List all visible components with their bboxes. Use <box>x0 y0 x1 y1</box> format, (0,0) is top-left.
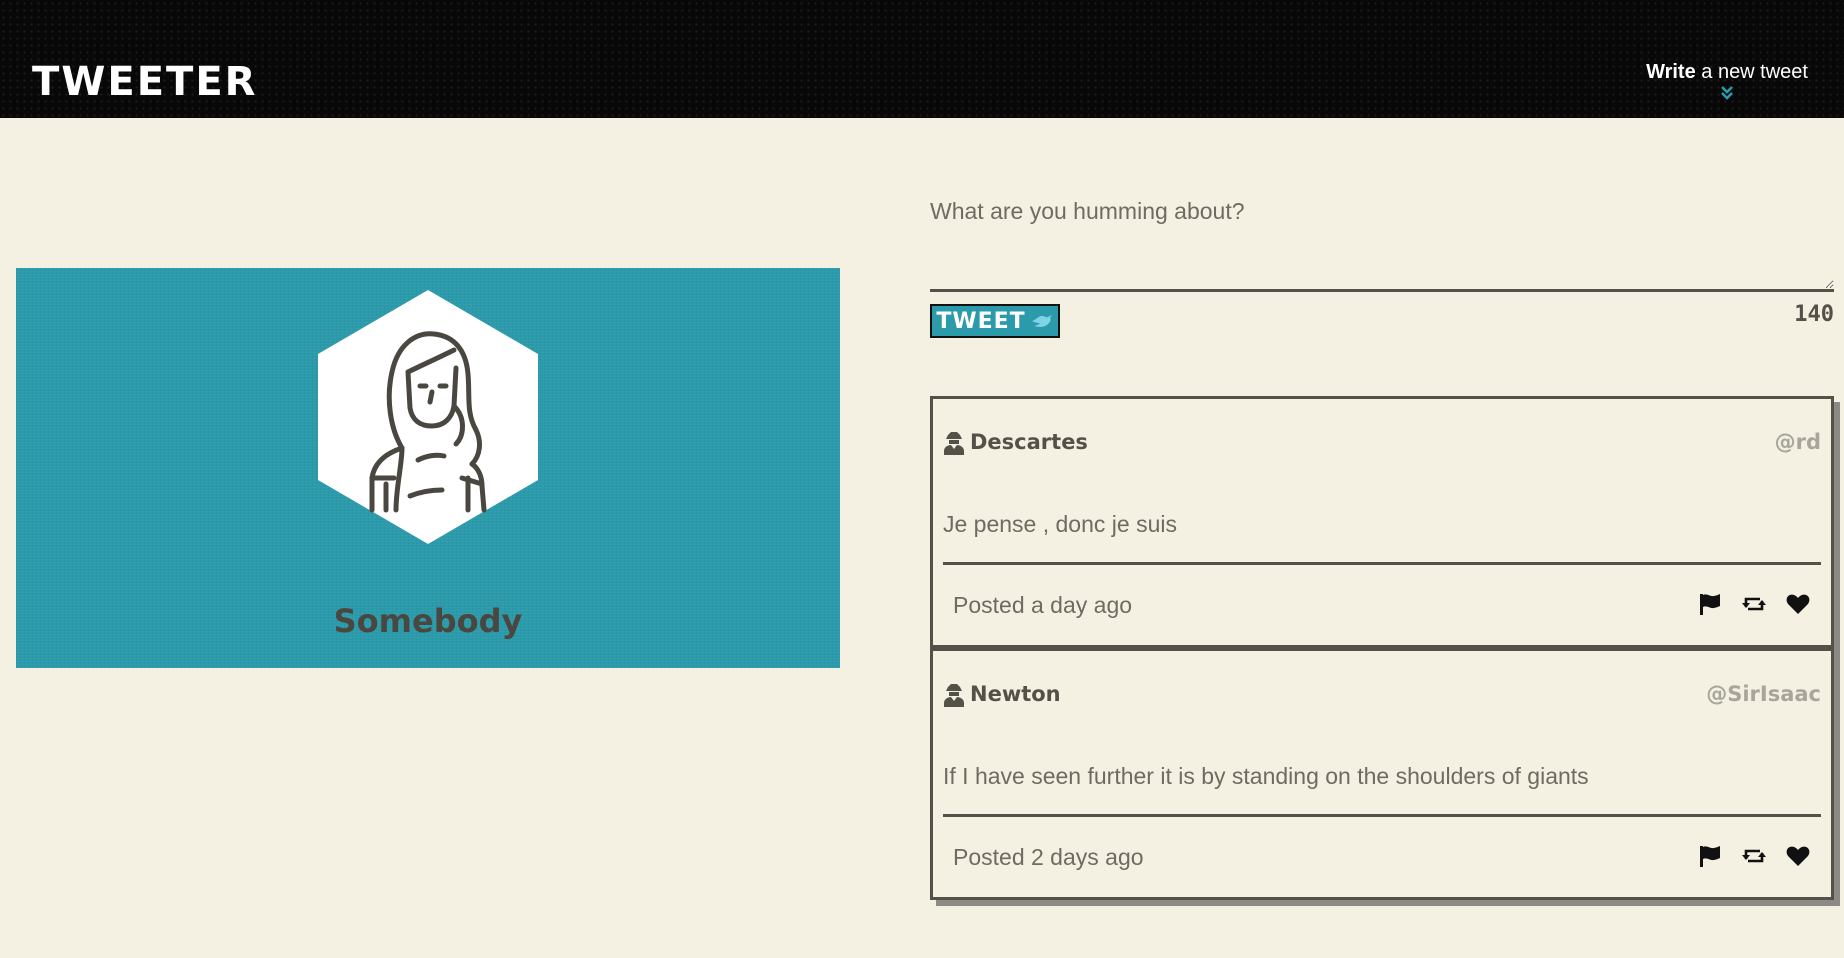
profile-card: Somebody <box>16 268 840 668</box>
app-logo[interactable]: TWEETER <box>32 60 257 104</box>
compose-form: TWEET 140 <box>930 190 1834 338</box>
double-chevron-down-icon[interactable] <box>1720 86 1734 100</box>
tweet-handle[interactable]: @SirIsaac <box>1706 682 1821 706</box>
top-nav: TWEETER Write a new tweet <box>0 0 1844 118</box>
heart-icon[interactable] <box>1785 843 1811 869</box>
tweet-divider <box>943 814 1821 817</box>
new-tweet-text: a new tweet <box>1695 61 1808 83</box>
tweet-textarea[interactable] <box>930 190 1834 292</box>
tweet-actions <box>1697 591 1811 617</box>
user-secret-icon <box>944 684 964 707</box>
tweet-header: Descartes @rd <box>943 429 1821 459</box>
tweet-header: Newton @SirIsaac <box>943 681 1821 711</box>
tweet-author[interactable]: Newton <box>970 682 1061 706</box>
tweet-submit-button[interactable]: TWEET <box>930 304 1060 338</box>
profile-name: Somebody <box>333 602 523 640</box>
tweet-actions <box>1697 843 1811 869</box>
tweet-footer: Posted a day ago <box>953 589 1811 621</box>
character-counter: 140 <box>1794 302 1834 327</box>
tweet-author[interactable]: Descartes <box>970 430 1088 454</box>
heart-icon[interactable] <box>1785 591 1811 617</box>
tweet-text: Je pense , donc je suis <box>943 511 1177 537</box>
tweet-timestamp: Posted a day ago <box>953 592 1133 618</box>
woman-avatar-icon <box>318 290 538 544</box>
tweet-button-label: TWEET <box>936 308 1026 334</box>
tweet-divider <box>943 562 1821 565</box>
tweet-timestamp: Posted 2 days ago <box>953 844 1144 870</box>
tweet-card: Descartes @rd Je pense , donc je suis Po… <box>930 396 1834 648</box>
tweet-footer: Posted 2 days ago <box>953 841 1811 873</box>
write-new-tweet-label[interactable]: Write a new tweet <box>1646 60 1808 84</box>
write-new-tweet-toggle[interactable]: Write a new tweet <box>1646 60 1808 100</box>
tweet-text: If I have seen further it is by standing… <box>943 763 1589 789</box>
bird-icon <box>1031 315 1052 327</box>
retweet-icon[interactable] <box>1741 843 1767 869</box>
tweet-card: Newton @SirIsaac If I have seen further … <box>930 648 1834 900</box>
flag-icon[interactable] <box>1697 591 1723 617</box>
write-bold-text: Write <box>1646 61 1696 83</box>
flag-icon[interactable] <box>1697 843 1723 869</box>
tweet-handle[interactable]: @rd <box>1775 430 1821 454</box>
tweet-list: Descartes @rd Je pense , donc je suis Po… <box>930 396 1834 900</box>
retweet-icon[interactable] <box>1741 591 1767 617</box>
user-secret-icon <box>944 432 964 455</box>
